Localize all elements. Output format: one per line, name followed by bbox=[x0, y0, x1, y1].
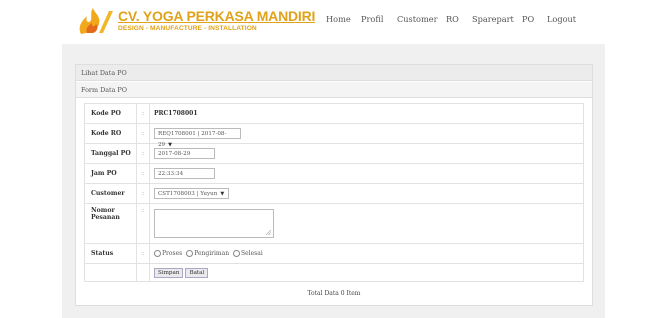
status-label: Status bbox=[84, 243, 137, 264]
separator: : bbox=[136, 183, 150, 204]
form-title: Form Data PO bbox=[76, 82, 592, 98]
customer-selected: CST1708003 | Yuyun bbox=[158, 191, 218, 197]
jam-po-label: Jam PO bbox=[84, 163, 137, 184]
flame-logo-icon bbox=[79, 8, 113, 34]
separator: : bbox=[136, 243, 150, 264]
kode-ro-label: Kode RO bbox=[84, 123, 137, 144]
po-form-container: Lihat Data PO Form Data PO Kode PO : PRC… bbox=[75, 64, 593, 306]
nav-po[interactable]: PO bbox=[522, 14, 534, 24]
separator: : bbox=[136, 123, 150, 144]
status-option-selesai[interactable]: Selesai bbox=[233, 250, 263, 257]
separator: : bbox=[136, 203, 150, 244]
customer-label: Customer bbox=[84, 183, 137, 204]
header: CV. YOGA PERKASA MANDIRI DESIGN - MANUFA… bbox=[0, 0, 649, 40]
kode-po-label: Kode PO bbox=[84, 103, 137, 124]
chevron-down-icon: ▼ bbox=[220, 191, 225, 197]
row-status: Status : Proses Pengiriman Selesai bbox=[84, 243, 584, 264]
total-data-count: Total Data 0 Item bbox=[307, 290, 361, 297]
cancel-button[interactable]: Batal bbox=[185, 267, 209, 278]
separator: : bbox=[136, 163, 150, 184]
row-kode-po: Kode PO : PRC1708001 bbox=[84, 103, 584, 124]
radio-icon bbox=[186, 250, 194, 257]
nav-logout[interactable]: Logout bbox=[547, 14, 576, 24]
nav-customer[interactable]: Customer bbox=[397, 14, 437, 24]
po-form-table: Kode PO : PRC1708001 Kode RO : REQ170800… bbox=[84, 103, 584, 282]
row-customer: Customer : CST1708003 | Yuyun ▼ bbox=[84, 183, 584, 204]
separator: : bbox=[136, 143, 150, 164]
resize-handle-icon[interactable] bbox=[266, 230, 271, 235]
radio-icon bbox=[233, 250, 241, 257]
nav-profil[interactable]: Profil bbox=[361, 14, 383, 24]
row-jam-po: Jam PO : 22:33:34 bbox=[84, 163, 584, 184]
jam-po-input[interactable]: 22:33:34 bbox=[154, 168, 215, 179]
separator: : bbox=[136, 103, 150, 124]
nav-sparepart[interactable]: Sparepart bbox=[472, 14, 514, 24]
tanggal-po-label: Tanggal PO bbox=[84, 143, 137, 164]
row-kode-ro: Kode RO : REQ1708001 | 2017-08-29 ▼ bbox=[84, 123, 584, 148]
breadcrumb[interactable]: Lihat Data PO bbox=[76, 65, 592, 81]
nomor-pesanan-label: Nomor Pesanan bbox=[84, 203, 137, 244]
customer-select[interactable]: CST1708003 | Yuyun ▼ bbox=[154, 188, 229, 199]
company-tagline: DESIGN - MANUFACTURE - INSTALLATION bbox=[118, 25, 257, 32]
nav-ro[interactable]: RO bbox=[446, 14, 459, 24]
status-option-pengiriman[interactable]: Pengiriman bbox=[186, 250, 229, 257]
company-name: CV. YOGA PERKASA MANDIRI bbox=[118, 8, 316, 24]
save-button[interactable]: Simpan bbox=[154, 267, 184, 278]
tanggal-po-input[interactable]: 2017-08-29 bbox=[154, 148, 215, 159]
radio-icon bbox=[154, 250, 161, 257]
nomor-pesanan-textarea[interactable] bbox=[154, 209, 274, 238]
status-option-proses[interactable]: Proses bbox=[154, 250, 182, 257]
company-logo[interactable]: CV. YOGA PERKASA MANDIRI DESIGN - MANUFA… bbox=[75, 6, 315, 36]
kode-ro-select[interactable]: REQ1708001 | 2017-08-29 ▼ bbox=[154, 128, 241, 148]
kode-po-value: PRC1708001 bbox=[154, 110, 198, 117]
row-actions: Simpan Batal bbox=[84, 263, 584, 282]
nav-home[interactable]: Home bbox=[326, 14, 351, 24]
row-nomor-pesanan: Nomor Pesanan : bbox=[84, 203, 584, 244]
